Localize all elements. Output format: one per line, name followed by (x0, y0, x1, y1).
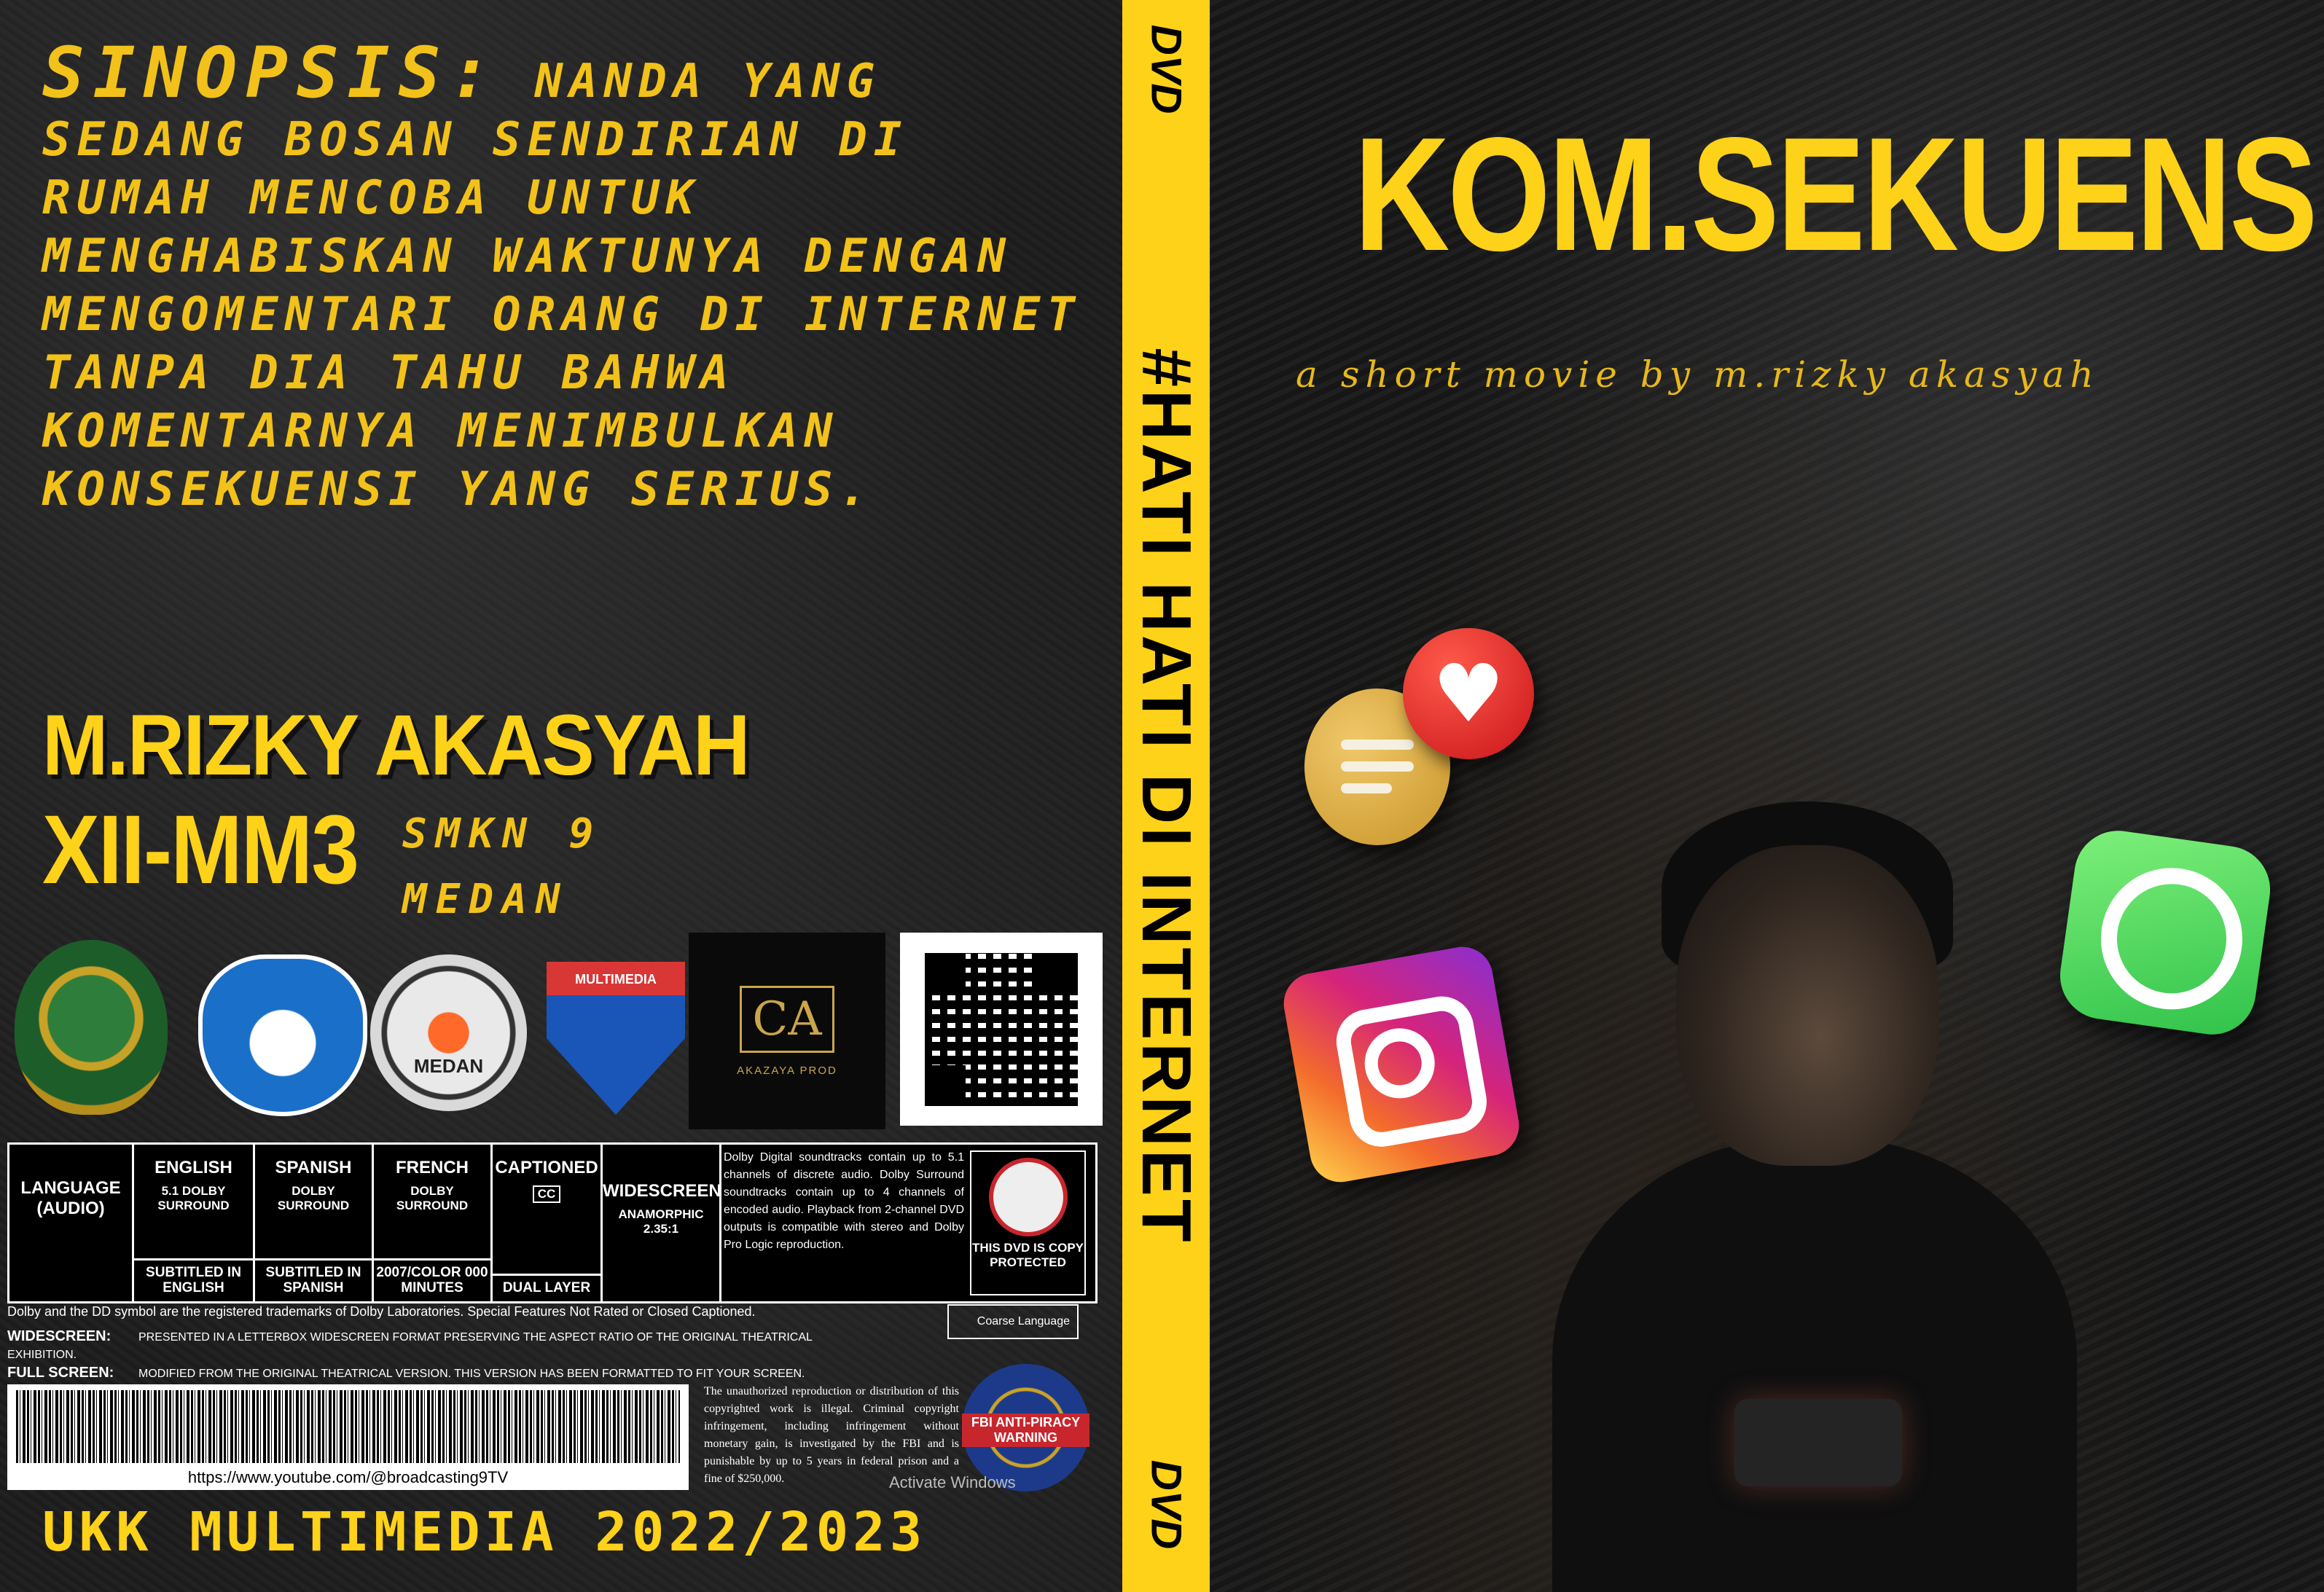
akazaya-monogram: CA (740, 985, 834, 1053)
fbi-warning-seal-icon: FBI ANTI-PIRACY WARNING (962, 1364, 1089, 1491)
dvd-logo-top-text: DVD (1142, 24, 1190, 114)
synopsis-heading: SINOPSIS: (42, 32, 501, 114)
multimedia-shield-text: MULTIMEDIA (575, 972, 657, 987)
spec-spanish-bottom: SUBTITLED IN SPANISH (255, 1258, 372, 1295)
instagram-icon (1279, 942, 1524, 1187)
fullscreen-note: MODIFIED FROM THE ORIGINAL THEATRICAL VE… (138, 1368, 805, 1380)
barcode: https://www.youtube.com/@broadcasting9TV (7, 1384, 689, 1490)
no-copy-icon (988, 1158, 1068, 1236)
spec-captioned-bottom: DUAL LAYER (493, 1274, 600, 1295)
legal-notice: The unauthorized reproduction or distrib… (704, 1385, 959, 1485)
school-logo-text: MEDAN (413, 1055, 484, 1077)
school-line-2: MEDAN (402, 876, 569, 923)
person-body (1552, 1137, 2077, 1592)
author-name: M.RIZKY AKASYAH (42, 697, 751, 793)
heart-bubble-icon: ♥ (1403, 628, 1534, 759)
dvd-cover: SINOPSIS: NANDA YANG SEDANG BOSAN SENDIR… (0, 0, 2324, 1592)
akazaya-prod-logo: CA AKAZAYA PROD (689, 933, 885, 1129)
multimedia-shield-icon: MULTIMEDIA (547, 962, 685, 1115)
cc-icon: CC (533, 1185, 560, 1203)
barcode-bars (16, 1390, 680, 1463)
dolby-description: Dolby Digital soundtracks contain up to … (724, 1151, 964, 1251)
spine: DVD #HATI HATI DI INTERNET DVD (1122, 0, 1210, 1592)
copy-protected-text: THIS DVD IS COPY PROTECTED (971, 1241, 1084, 1269)
spec-spanish: SPANISH DOLBY SURROUND SUBTITLED IN SPAN… (255, 1145, 374, 1301)
spec-spanish-sub: DOLBY SURROUND (277, 1184, 350, 1212)
whatsapp-icon (2054, 825, 2276, 1040)
movie-tagline: a short movie by m.rizky akasyah (1296, 353, 2100, 396)
fbi-warning-text: FBI ANTI-PIRACY WARNING (962, 1413, 1089, 1447)
widescreen-note-label: WIDESCREEN: (7, 1328, 111, 1344)
activate-windows-watermark: Activate Windows (889, 1473, 1016, 1491)
spec-table: LANGUAGE (AUDIO) ENGLISH 5.1 DOLBY SURRO… (7, 1142, 1098, 1303)
rating-badge: Coarse Language (947, 1304, 1079, 1339)
spec-language: LANGUAGE (AUDIO) (9, 1145, 134, 1301)
spec-english-bottom: SUBTITLED IN ENGLISH (134, 1258, 253, 1295)
tut-wuri-handayani-logo-icon (198, 954, 367, 1116)
spec-french: FRENCH DOLBY SURROUND 2007/COLOR 000 MIN… (374, 1145, 493, 1301)
spec-english-sub: 5.1 DOLBY SURROUND (157, 1184, 230, 1212)
trademark-line: Dolby and the DD symbol are the register… (7, 1304, 756, 1319)
youtube-link[interactable]: https://www.youtube.com/@broadcasting9TV (7, 1468, 689, 1487)
phone-icon (1734, 1399, 1902, 1486)
person-head (1676, 845, 1938, 1166)
spec-widescreen-head: WIDESCREEN (603, 1181, 721, 1201)
spec-widescreen: WIDESCREEN ANAMORPHIC 2.35:1 (603, 1145, 721, 1301)
spec-spanish-head: SPANISH (275, 1158, 352, 1177)
dvd-logo-bottom-text: DVD (1142, 1459, 1190, 1550)
format-notes: WIDESCREEN: PRESENTED IN A LETTERBOX WIDE… (7, 1328, 882, 1383)
spec-english: ENGLISH 5.1 DOLBY SURROUND SUBTITLED IN … (134, 1145, 255, 1301)
spec-language-label: LANGUAGE (AUDIO) (20, 1178, 121, 1218)
spec-french-head: FRENCH (396, 1158, 469, 1177)
school-name: SMKN 9 MEDAN (402, 801, 602, 933)
spine-title: #HATI HATI DI INTERNET (1127, 347, 1205, 1245)
dvd-logo-top-icon: DVD (1138, 15, 1194, 124)
qr-code-icon[interactable] (900, 933, 1103, 1126)
spec-english-head: ENGLISH (154, 1158, 232, 1177)
spec-widescreen-sub: ANAMORPHIC 2.35:1 (618, 1207, 704, 1236)
dvd-logo-bottom-icon: DVD (1138, 1450, 1194, 1559)
spec-french-bottom: 2007/COLOR 000 MINUTES (374, 1258, 490, 1295)
school-line-1: SMKN 9 (402, 810, 603, 858)
province-emblem-icon (15, 940, 168, 1115)
ukk-label: UKK MULTIMEDIA 2022/2023 (42, 1501, 927, 1564)
copy-protected-badge: THIS DVD IS COPY PROTECTED (970, 1150, 1086, 1295)
synopsis: SINOPSIS: NANDA YANG SEDANG BOSAN SENDIR… (42, 38, 1092, 519)
spec-captioned-head: CAPTIONED (495, 1158, 598, 1177)
school-logo-icon: MEDAN (370, 954, 527, 1111)
fullscreen-note-label: FULL SCREEN: (7, 1365, 114, 1381)
akazaya-caption: AKAZAYA PROD (737, 1064, 837, 1077)
spec-captioned: CAPTIONED CC DUAL LAYER (493, 1145, 603, 1301)
back-panel: SINOPSIS: NANDA YANG SEDANG BOSAN SENDIR… (0, 0, 1122, 1592)
movie-title: KOM.SEKUENS. (1354, 104, 2324, 285)
person-photo (1552, 758, 2077, 1592)
synopsis-text: NANDA YANG SEDANG BOSAN SENDIRIAN DI RUM… (42, 55, 1081, 517)
spec-french-sub: DOLBY SURROUND (396, 1184, 469, 1212)
logo-row: MEDAN MULTIMEDIA CA AKAZAYA PROD (7, 933, 1103, 1129)
class-label: XII-MM3 (42, 796, 359, 904)
